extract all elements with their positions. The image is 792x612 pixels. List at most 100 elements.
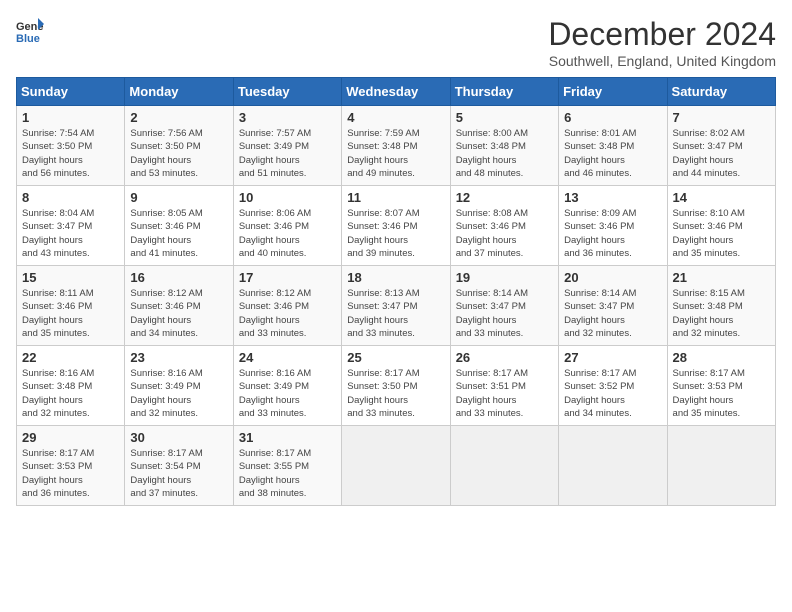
- day-info: Sunrise: 7:54 AM Sunset: 3:50 PM Dayligh…: [22, 127, 119, 180]
- day-info: Sunrise: 8:00 AM Sunset: 3:48 PM Dayligh…: [456, 127, 553, 180]
- day-number: 5: [456, 110, 553, 125]
- day-info: Sunrise: 8:05 AM Sunset: 3:46 PM Dayligh…: [130, 207, 227, 260]
- day-number: 3: [239, 110, 336, 125]
- day-info: Sunrise: 8:17 AM Sunset: 3:51 PM Dayligh…: [456, 367, 553, 420]
- logo: General Blue: [16, 16, 44, 44]
- calendar-cell: 27 Sunrise: 8:17 AM Sunset: 3:52 PM Dayl…: [559, 346, 667, 426]
- day-number: 7: [673, 110, 770, 125]
- calendar-cell: 7 Sunrise: 8:02 AM Sunset: 3:47 PM Dayli…: [667, 106, 775, 186]
- calendar-cell: 9 Sunrise: 8:05 AM Sunset: 3:46 PM Dayli…: [125, 186, 233, 266]
- day-info: Sunrise: 8:16 AM Sunset: 3:48 PM Dayligh…: [22, 367, 119, 420]
- calendar-cell: [450, 426, 558, 506]
- calendar-week-4: 22 Sunrise: 8:16 AM Sunset: 3:48 PM Dayl…: [17, 346, 776, 426]
- calendar-cell: 28 Sunrise: 8:17 AM Sunset: 3:53 PM Dayl…: [667, 346, 775, 426]
- calendar-cell: 4 Sunrise: 7:59 AM Sunset: 3:48 PM Dayli…: [342, 106, 450, 186]
- day-number: 2: [130, 110, 227, 125]
- day-info: Sunrise: 7:57 AM Sunset: 3:49 PM Dayligh…: [239, 127, 336, 180]
- calendar-cell: 13 Sunrise: 8:09 AM Sunset: 3:46 PM Dayl…: [559, 186, 667, 266]
- day-number: 30: [130, 430, 227, 445]
- day-number: 26: [456, 350, 553, 365]
- calendar-cell: 23 Sunrise: 8:16 AM Sunset: 3:49 PM Dayl…: [125, 346, 233, 426]
- day-number: 1: [22, 110, 119, 125]
- day-info: Sunrise: 8:13 AM Sunset: 3:47 PM Dayligh…: [347, 287, 444, 340]
- calendar-header-row: SundayMondayTuesdayWednesdayThursdayFrid…: [17, 78, 776, 106]
- day-number: 13: [564, 190, 661, 205]
- day-number: 31: [239, 430, 336, 445]
- day-info: Sunrise: 8:17 AM Sunset: 3:55 PM Dayligh…: [239, 447, 336, 500]
- location-subtitle: Southwell, England, United Kingdom: [548, 53, 776, 69]
- day-info: Sunrise: 8:15 AM Sunset: 3:48 PM Dayligh…: [673, 287, 770, 340]
- calendar-cell: 25 Sunrise: 8:17 AM Sunset: 3:50 PM Dayl…: [342, 346, 450, 426]
- calendar-cell: 12 Sunrise: 8:08 AM Sunset: 3:46 PM Dayl…: [450, 186, 558, 266]
- calendar-week-5: 29 Sunrise: 8:17 AM Sunset: 3:53 PM Dayl…: [17, 426, 776, 506]
- calendar-cell: 10 Sunrise: 8:06 AM Sunset: 3:46 PM Dayl…: [233, 186, 341, 266]
- day-info: Sunrise: 8:04 AM Sunset: 3:47 PM Dayligh…: [22, 207, 119, 260]
- calendar-cell: [667, 426, 775, 506]
- day-info: Sunrise: 8:17 AM Sunset: 3:50 PM Dayligh…: [347, 367, 444, 420]
- day-info: Sunrise: 8:10 AM Sunset: 3:46 PM Dayligh…: [673, 207, 770, 260]
- day-number: 16: [130, 270, 227, 285]
- calendar-week-2: 8 Sunrise: 8:04 AM Sunset: 3:47 PM Dayli…: [17, 186, 776, 266]
- calendar-cell: 20 Sunrise: 8:14 AM Sunset: 3:47 PM Dayl…: [559, 266, 667, 346]
- column-header-wednesday: Wednesday: [342, 78, 450, 106]
- day-number: 19: [456, 270, 553, 285]
- calendar-cell: [342, 426, 450, 506]
- column-header-sunday: Sunday: [17, 78, 125, 106]
- day-info: Sunrise: 8:16 AM Sunset: 3:49 PM Dayligh…: [130, 367, 227, 420]
- day-info: Sunrise: 8:01 AM Sunset: 3:48 PM Dayligh…: [564, 127, 661, 180]
- calendar-cell: 15 Sunrise: 8:11 AM Sunset: 3:46 PM Dayl…: [17, 266, 125, 346]
- title-block: December 2024 Southwell, England, United…: [548, 16, 776, 69]
- calendar-table: SundayMondayTuesdayWednesdayThursdayFrid…: [16, 77, 776, 506]
- day-number: 17: [239, 270, 336, 285]
- column-header-thursday: Thursday: [450, 78, 558, 106]
- day-info: Sunrise: 8:09 AM Sunset: 3:46 PM Dayligh…: [564, 207, 661, 260]
- day-info: Sunrise: 8:14 AM Sunset: 3:47 PM Dayligh…: [456, 287, 553, 340]
- day-info: Sunrise: 8:17 AM Sunset: 3:53 PM Dayligh…: [22, 447, 119, 500]
- day-info: Sunrise: 8:17 AM Sunset: 3:53 PM Dayligh…: [673, 367, 770, 420]
- calendar-cell: 17 Sunrise: 8:12 AM Sunset: 3:46 PM Dayl…: [233, 266, 341, 346]
- day-number: 12: [456, 190, 553, 205]
- calendar-cell: 16 Sunrise: 8:12 AM Sunset: 3:46 PM Dayl…: [125, 266, 233, 346]
- column-header-saturday: Saturday: [667, 78, 775, 106]
- day-number: 6: [564, 110, 661, 125]
- svg-text:Blue: Blue: [16, 33, 40, 44]
- day-number: 14: [673, 190, 770, 205]
- day-number: 9: [130, 190, 227, 205]
- calendar-cell: 22 Sunrise: 8:16 AM Sunset: 3:48 PM Dayl…: [17, 346, 125, 426]
- column-header-monday: Monday: [125, 78, 233, 106]
- day-number: 11: [347, 190, 444, 205]
- calendar-week-1: 1 Sunrise: 7:54 AM Sunset: 3:50 PM Dayli…: [17, 106, 776, 186]
- day-number: 27: [564, 350, 661, 365]
- day-number: 18: [347, 270, 444, 285]
- day-info: Sunrise: 8:16 AM Sunset: 3:49 PM Dayligh…: [239, 367, 336, 420]
- day-info: Sunrise: 8:07 AM Sunset: 3:46 PM Dayligh…: [347, 207, 444, 260]
- day-info: Sunrise: 8:12 AM Sunset: 3:46 PM Dayligh…: [239, 287, 336, 340]
- day-number: 10: [239, 190, 336, 205]
- calendar-cell: 5 Sunrise: 8:00 AM Sunset: 3:48 PM Dayli…: [450, 106, 558, 186]
- day-number: 20: [564, 270, 661, 285]
- calendar-cell: 14 Sunrise: 8:10 AM Sunset: 3:46 PM Dayl…: [667, 186, 775, 266]
- column-header-friday: Friday: [559, 78, 667, 106]
- day-info: Sunrise: 8:12 AM Sunset: 3:46 PM Dayligh…: [130, 287, 227, 340]
- day-info: Sunrise: 7:59 AM Sunset: 3:48 PM Dayligh…: [347, 127, 444, 180]
- calendar-cell: 29 Sunrise: 8:17 AM Sunset: 3:53 PM Dayl…: [17, 426, 125, 506]
- day-number: 4: [347, 110, 444, 125]
- day-info: Sunrise: 8:06 AM Sunset: 3:46 PM Dayligh…: [239, 207, 336, 260]
- calendar-cell: 24 Sunrise: 8:16 AM Sunset: 3:49 PM Dayl…: [233, 346, 341, 426]
- day-info: Sunrise: 8:08 AM Sunset: 3:46 PM Dayligh…: [456, 207, 553, 260]
- day-number: 8: [22, 190, 119, 205]
- day-number: 25: [347, 350, 444, 365]
- day-number: 21: [673, 270, 770, 285]
- day-info: Sunrise: 8:11 AM Sunset: 3:46 PM Dayligh…: [22, 287, 119, 340]
- calendar-cell: 6 Sunrise: 8:01 AM Sunset: 3:48 PM Dayli…: [559, 106, 667, 186]
- calendar-cell: 18 Sunrise: 8:13 AM Sunset: 3:47 PM Dayl…: [342, 266, 450, 346]
- column-header-tuesday: Tuesday: [233, 78, 341, 106]
- day-info: Sunrise: 7:56 AM Sunset: 3:50 PM Dayligh…: [130, 127, 227, 180]
- calendar-cell: 2 Sunrise: 7:56 AM Sunset: 3:50 PM Dayli…: [125, 106, 233, 186]
- calendar-week-3: 15 Sunrise: 8:11 AM Sunset: 3:46 PM Dayl…: [17, 266, 776, 346]
- day-info: Sunrise: 8:14 AM Sunset: 3:47 PM Dayligh…: [564, 287, 661, 340]
- calendar-cell: 1 Sunrise: 7:54 AM Sunset: 3:50 PM Dayli…: [17, 106, 125, 186]
- calendar-cell: 8 Sunrise: 8:04 AM Sunset: 3:47 PM Dayli…: [17, 186, 125, 266]
- calendar-cell: 30 Sunrise: 8:17 AM Sunset: 3:54 PM Dayl…: [125, 426, 233, 506]
- logo-icon: General Blue: [16, 16, 44, 44]
